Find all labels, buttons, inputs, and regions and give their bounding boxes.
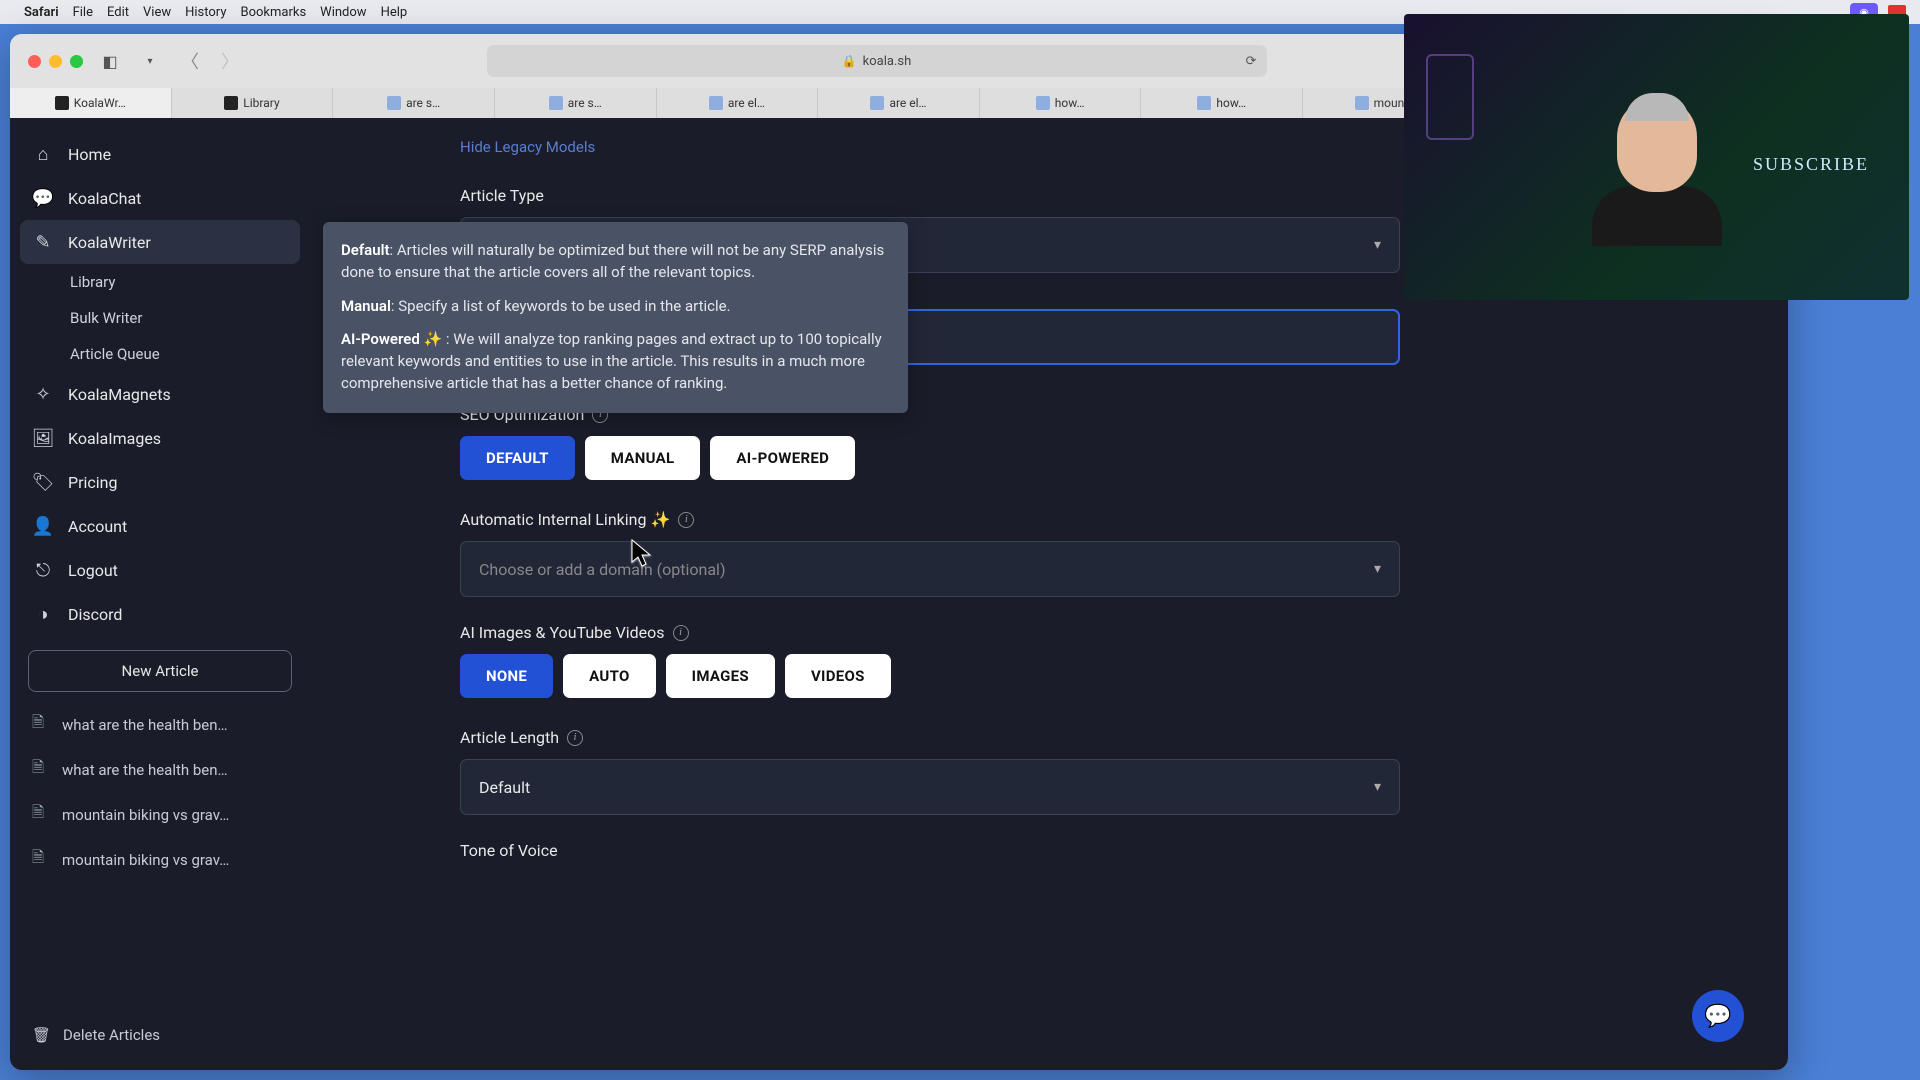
chevron-down-icon[interactable]: ▾ bbox=[137, 48, 163, 74]
article-length-select[interactable]: Default ▾ bbox=[460, 759, 1400, 815]
browser-tab[interactable]: are el… bbox=[818, 88, 980, 118]
recent-article[interactable]: 🗎mountain biking vs grav… bbox=[20, 792, 300, 837]
lock-icon: 🔒 bbox=[842, 54, 857, 68]
address-text: koala.sh bbox=[863, 54, 912, 69]
neon-decoration bbox=[1426, 54, 1474, 140]
address-bar[interactable]: 🔒 koala.sh ⟳ bbox=[487, 45, 1267, 77]
menu-view[interactable]: View bbox=[143, 5, 171, 20]
favicon-icon bbox=[870, 96, 884, 110]
favicon-icon bbox=[387, 96, 401, 110]
minimize-window-icon[interactable] bbox=[49, 55, 62, 68]
seo-option-ai-powered[interactable]: AI-POWERED bbox=[710, 436, 855, 480]
image-icon: 🖼 bbox=[32, 427, 54, 449]
chevron-down-icon: ▾ bbox=[1374, 779, 1381, 795]
menu-bookmarks[interactable]: Bookmarks bbox=[240, 5, 306, 20]
home-icon: ⌂ bbox=[32, 143, 54, 165]
document-icon: 🗎 bbox=[32, 802, 50, 827]
menu-window[interactable]: Window bbox=[320, 5, 366, 20]
sidebar-item-account[interactable]: 👤Account bbox=[20, 504, 300, 548]
article-length-label: Article Length i bbox=[460, 728, 1400, 747]
sidebar-item-library[interactable]: Library bbox=[20, 264, 300, 300]
ai-images-videos-label: AI Images & YouTube Videos i bbox=[460, 623, 1400, 642]
close-window-icon[interactable] bbox=[28, 55, 41, 68]
browser-tab[interactable]: are s… bbox=[495, 88, 657, 118]
reload-icon[interactable]: ⟳ bbox=[1246, 54, 1257, 69]
trash-icon: 🗑 bbox=[32, 1026, 51, 1044]
menu-file[interactable]: File bbox=[73, 5, 93, 20]
favicon-icon bbox=[55, 96, 69, 110]
discord-icon: ◑ bbox=[32, 603, 54, 625]
app-sidebar: ⌂Home 💬KoalaChat ✎KoalaWriter Library Bu… bbox=[10, 118, 310, 1070]
sidebar-item-logout[interactable]: ⎋Logout bbox=[20, 548, 300, 592]
user-icon: 👤 bbox=[32, 515, 54, 537]
video-overlay: SUBSCRIBE bbox=[1404, 14, 1909, 300]
favicon-icon bbox=[1197, 96, 1211, 110]
favicon-icon bbox=[1355, 96, 1369, 110]
sidebar-item-article-queue[interactable]: Article Queue bbox=[20, 336, 300, 372]
delete-articles-button[interactable]: 🗑Delete Articles bbox=[20, 1014, 300, 1056]
document-icon: 🗎 bbox=[32, 712, 50, 737]
browser-tab[interactable]: Library bbox=[172, 88, 334, 118]
media-option-none[interactable]: NONE bbox=[460, 654, 553, 698]
sidebar-item-koalawriter[interactable]: ✎KoalaWriter bbox=[20, 220, 300, 264]
sidebar-item-koalachat[interactable]: 💬KoalaChat bbox=[20, 176, 300, 220]
info-icon[interactable]: i bbox=[678, 512, 694, 528]
favicon-icon bbox=[224, 96, 238, 110]
chat-bubble-icon: 💬 bbox=[1704, 1004, 1731, 1029]
menu-help[interactable]: Help bbox=[381, 5, 408, 20]
app-name[interactable]: Safari bbox=[24, 5, 59, 20]
media-option-auto[interactable]: AUTO bbox=[563, 654, 655, 698]
hide-legacy-models-link[interactable]: Hide Legacy Models bbox=[460, 138, 1400, 156]
presenter-avatar bbox=[1592, 97, 1722, 247]
forward-button[interactable]: 〉 bbox=[217, 48, 243, 74]
chat-fab-button[interactable]: 💬 bbox=[1692, 990, 1744, 1042]
document-icon: 🗎 bbox=[32, 847, 50, 872]
recent-article[interactable]: 🗎mountain biking vs grav… bbox=[20, 837, 300, 882]
sidebar-item-koalaimages[interactable]: 🖼KoalaImages bbox=[20, 416, 300, 460]
maximize-window-icon[interactable] bbox=[70, 55, 83, 68]
internal-linking-label: Automatic Internal Linking ✨ i bbox=[460, 510, 1400, 529]
info-icon[interactable]: i bbox=[567, 730, 583, 746]
seo-tooltip: Default: Articles will naturally be opti… bbox=[323, 222, 908, 413]
traffic-lights[interactable] bbox=[28, 55, 83, 68]
browser-tab[interactable]: KoalaWr… bbox=[10, 88, 172, 118]
document-icon: 🗎 bbox=[32, 757, 50, 782]
menu-edit[interactable]: Edit bbox=[107, 5, 129, 20]
browser-tab[interactable]: are el… bbox=[657, 88, 819, 118]
chevron-down-icon: ▾ bbox=[1374, 237, 1381, 253]
sidebar-toggle-icon[interactable]: ◧ bbox=[97, 48, 123, 74]
sidebar-item-bulk-writer[interactable]: Bulk Writer bbox=[20, 300, 300, 336]
sidebar-item-discord[interactable]: ◑Discord bbox=[20, 592, 300, 636]
subscribe-text: SUBSCRIBE bbox=[1753, 154, 1869, 175]
tag-icon: 🏷 bbox=[32, 471, 54, 493]
back-button[interactable]: 〈 bbox=[177, 48, 203, 74]
media-option-videos[interactable]: VIDEOS bbox=[785, 654, 891, 698]
favicon-icon bbox=[709, 96, 723, 110]
recent-article[interactable]: 🗎what are the health ben… bbox=[20, 702, 300, 747]
sidebar-item-koalamagnets[interactable]: ✧KoalaMagnets bbox=[20, 372, 300, 416]
favicon-icon bbox=[1036, 96, 1050, 110]
new-article-button[interactable]: New Article bbox=[28, 650, 292, 692]
sidebar-item-home[interactable]: ⌂Home bbox=[20, 132, 300, 176]
seo-option-default[interactable]: DEFAULT bbox=[460, 436, 575, 480]
chevron-down-icon: ▾ bbox=[1374, 561, 1381, 577]
info-icon[interactable]: i bbox=[673, 625, 689, 641]
seo-option-manual[interactable]: MANUAL bbox=[585, 436, 701, 480]
browser-tab[interactable]: how… bbox=[1141, 88, 1303, 118]
sparkle-icon: ✧ bbox=[32, 383, 54, 405]
recent-article[interactable]: 🗎what are the health ben… bbox=[20, 747, 300, 792]
internal-linking-select[interactable]: Choose or add a domain (optional) ▾ bbox=[460, 541, 1400, 597]
chat-icon: 💬 bbox=[32, 187, 54, 209]
article-type-label: Article Type bbox=[460, 186, 1400, 205]
pencil-icon: ✎ bbox=[32, 231, 54, 253]
menu-history[interactable]: History bbox=[185, 5, 226, 20]
tone-of-voice-label: Tone of Voice bbox=[460, 841, 1400, 860]
media-option-images[interactable]: IMAGES bbox=[666, 654, 775, 698]
favicon-icon bbox=[549, 96, 563, 110]
logout-icon: ⎋ bbox=[32, 559, 54, 581]
browser-tab[interactable]: are s… bbox=[333, 88, 495, 118]
sidebar-item-pricing[interactable]: 🏷Pricing bbox=[20, 460, 300, 504]
browser-tab[interactable]: how… bbox=[980, 88, 1142, 118]
